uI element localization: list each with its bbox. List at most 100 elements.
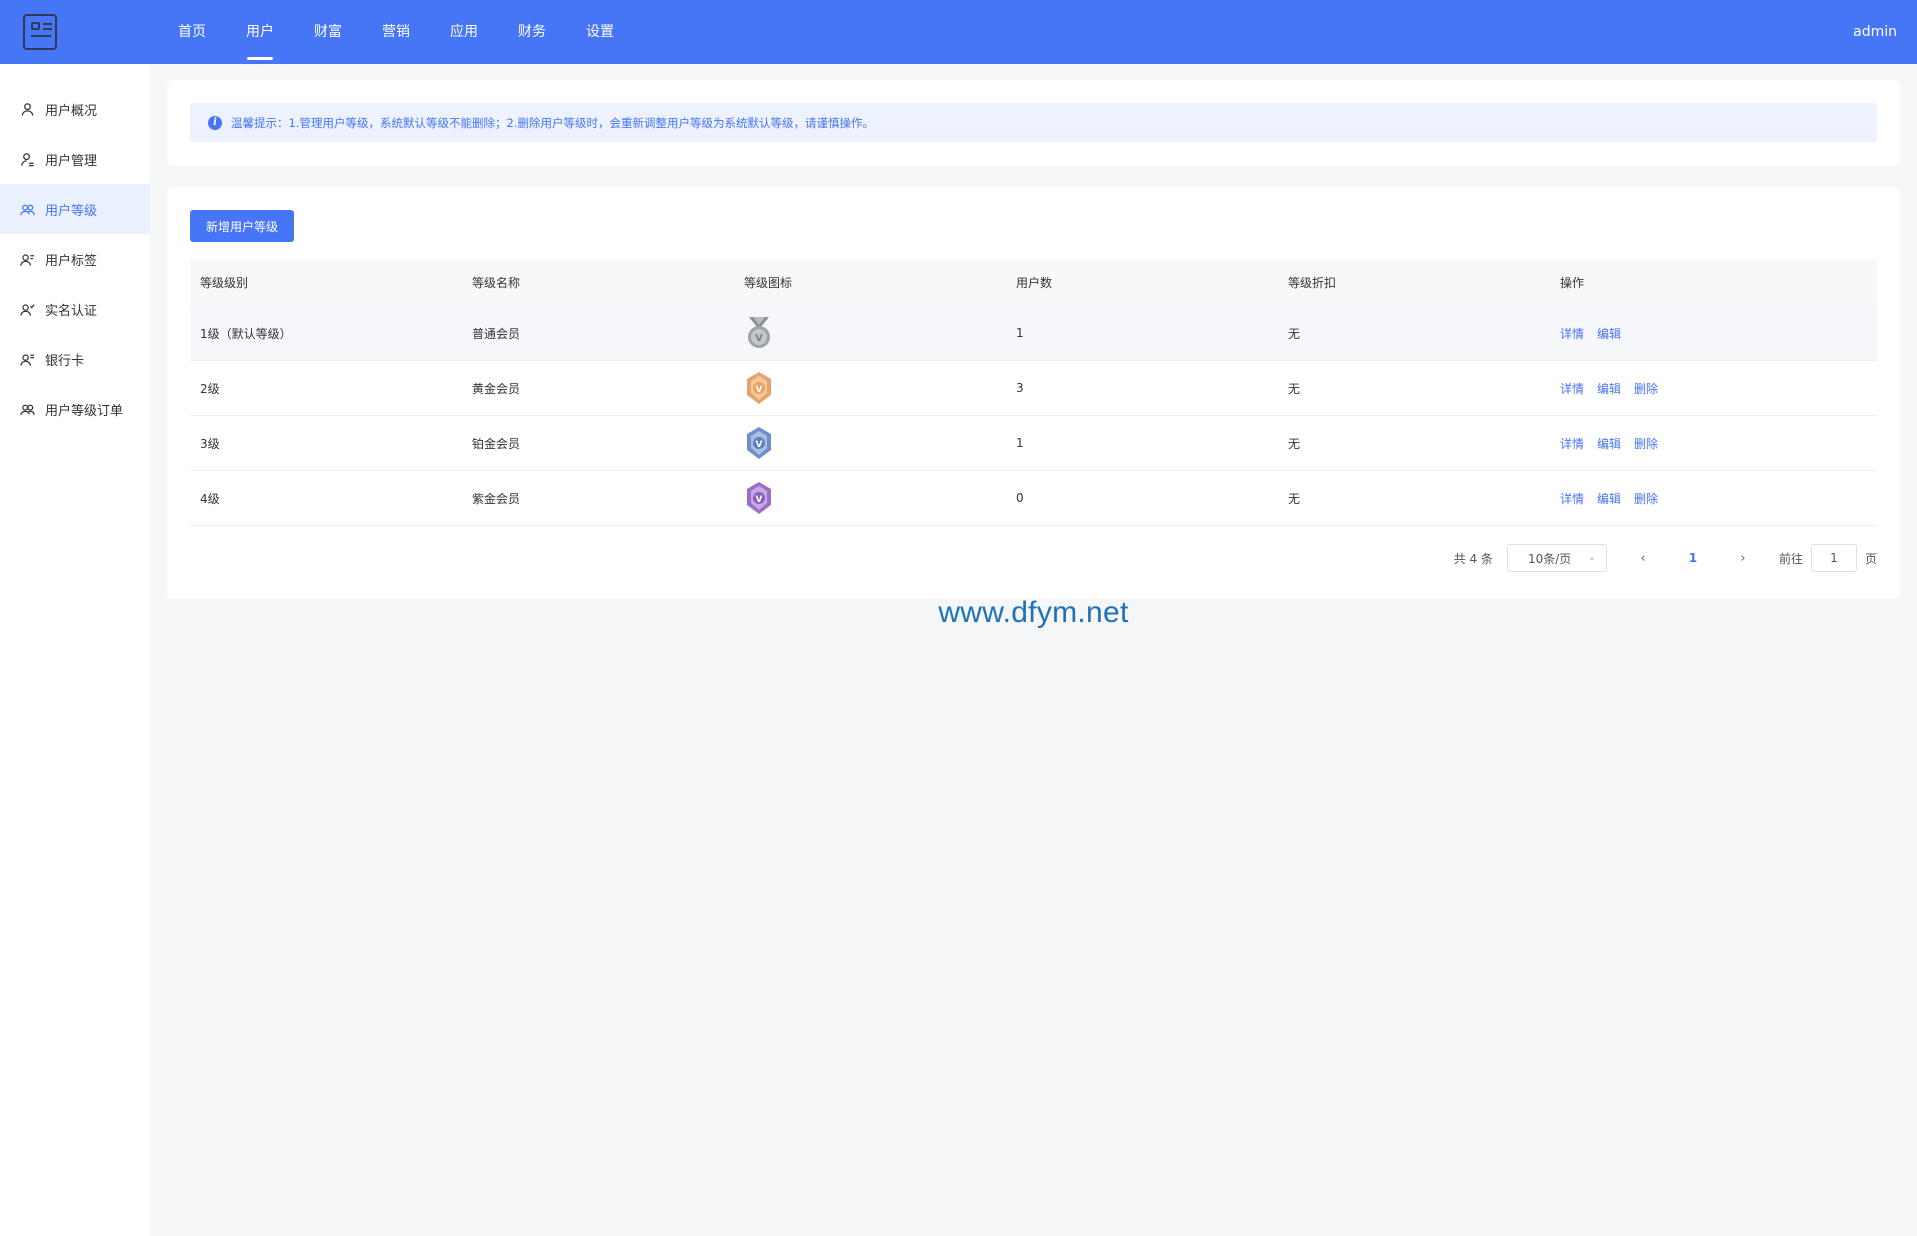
actions-cell: 详情 编辑 删除 — [1550, 380, 1850, 397]
page-size-select[interactable]: 10条/页 ⌄ — [1506, 544, 1607, 572]
svg-text:V: V — [756, 495, 763, 505]
column-header: 等级级别 — [200, 275, 249, 290]
next-page-button[interactable]: › — [1729, 551, 1757, 566]
svg-text:V: V — [756, 385, 763, 395]
svg-text:V: V — [755, 333, 763, 344]
users-count-cell: 0 — [1016, 491, 1024, 505]
sidebar-item-label: 用户标签 — [45, 253, 98, 269]
chevron-down-icon: ⌄ — [1587, 552, 1596, 563]
notice-text: 温馨提示：1.管理用户等级，系统默认等级不能删除；2.删除用户等级时，会重新调整… — [231, 115, 874, 130]
table-row: 3级 铂金会员 V 1 无 详情 编辑 删除 — [190, 416, 1877, 471]
sidebar-item-user-manage[interactable]: 用户管理 — [0, 134, 150, 184]
info-icon: i — [208, 115, 222, 130]
detail-link[interactable]: 详情 — [1560, 437, 1584, 451]
delete-link[interactable]: 删除 — [1634, 382, 1658, 396]
page-size-value: 10条/页 — [1527, 551, 1572, 566]
sidebar-item-user-level[interactable]: 用户等级 — [0, 184, 150, 234]
discount-cell: 无 — [1288, 326, 1301, 341]
bronze-medal-icon: V — [747, 372, 771, 404]
user-card-icon — [20, 353, 35, 366]
edit-link[interactable]: 编辑 — [1597, 492, 1621, 506]
discount-cell: 无 — [1288, 381, 1301, 396]
detail-link[interactable]: 详情 — [1560, 382, 1584, 396]
actions-cell: 详情 编辑 — [1550, 325, 1850, 342]
svg-text:V: V — [756, 440, 763, 450]
edit-link[interactable]: 编辑 — [1597, 382, 1621, 396]
name-cell: 紫金会员 — [472, 491, 521, 506]
discount-cell: 无 — [1288, 436, 1301, 451]
current-user[interactable]: admin — [1853, 0, 1897, 64]
icon-cell: V — [734, 426, 1006, 460]
sidebar-item-label: 实名认证 — [45, 303, 98, 319]
sidebar-item-overview[interactable]: 用户概况 — [0, 84, 150, 134]
sidebar-item-level-orders[interactable]: 用户等级订单 — [0, 384, 150, 434]
logo-icon[interactable] — [23, 14, 57, 50]
user-icon — [21, 102, 34, 116]
sidebar-item-label: 用户概况 — [45, 103, 98, 119]
pagination: 共 4 条 10条/页 ⌄ ‹ 1 › 前往 页 — [1454, 544, 1877, 572]
column-header: 等级图标 — [744, 275, 793, 290]
sidebar-item-user-tag[interactable]: 用户标签 — [0, 234, 150, 284]
actions-cell: 详情 编辑 删除 — [1550, 435, 1850, 452]
discount-cell: 无 — [1288, 491, 1301, 506]
sidebar-item-verify[interactable]: 实名认证 — [0, 284, 150, 334]
users-count-cell: 1 — [1016, 436, 1024, 450]
add-user-level-button[interactable]: 新增用户等级 — [190, 210, 294, 242]
level-cell: 2级 — [200, 381, 220, 396]
table-row: 1级（默认等级） 普通会员 V 1 无 详情 编辑 — [190, 306, 1877, 361]
edit-link[interactable]: 编辑 — [1597, 437, 1621, 451]
page-number-current[interactable]: 1 — [1679, 551, 1707, 565]
sidebar-item-label: 用户等级订单 — [45, 403, 124, 419]
notice-alert: i 温馨提示：1.管理用户等级，系统默认等级不能删除；2.删除用户等级时，会重新… — [190, 103, 1877, 142]
column-header: 用户数 — [1016, 275, 1053, 290]
table-row: 2级 黄金会员 V 3 无 详情 编辑 删除 — [190, 361, 1877, 416]
user-verify-icon — [20, 303, 35, 316]
nav-item-apps[interactable]: 应用 — [430, 0, 498, 64]
sidebar-item-bank-card[interactable]: 银行卡 — [0, 334, 150, 384]
delete-link[interactable]: 删除 — [1634, 437, 1658, 451]
icon-cell: V — [734, 316, 1006, 350]
nav-item-marketing[interactable]: 营销 — [362, 0, 430, 64]
nav-item-user[interactable]: 用户 — [226, 0, 294, 64]
level-cell: 4级 — [200, 491, 220, 506]
silver-medal-icon: V — [748, 317, 770, 348]
notice-card: i 温馨提示：1.管理用户等级，系统默认等级不能删除；2.删除用户等级时，会重新… — [167, 80, 1900, 166]
goto-page-input[interactable] — [1810, 544, 1857, 572]
nav-item-settings[interactable]: 设置 — [566, 0, 634, 64]
page-unit-label: 页 — [1864, 551, 1877, 566]
sidebar-item-label: 用户等级 — [45, 203, 98, 219]
name-cell: 黄金会员 — [472, 381, 521, 396]
pagination-total: 共 4 条 — [1453, 551, 1493, 566]
column-header: 等级名称 — [472, 275, 521, 290]
sidebar-item-label: 银行卡 — [45, 353, 85, 369]
purple-medal-icon: V — [747, 482, 771, 514]
level-cell: 3级 — [200, 436, 220, 451]
level-list-card: 新增用户等级 等级级别 等级名称 等级图标 用户数 等级折扣 操作 1级（默认等… — [167, 187, 1900, 599]
detail-link[interactable]: 详情 — [1560, 492, 1584, 506]
column-header: 操作 — [1560, 275, 1585, 290]
user-tag-icon — [20, 253, 35, 266]
users-count-cell: 1 — [1016, 326, 1024, 340]
nav-item-finance[interactable]: 财务 — [498, 0, 566, 64]
user-manage-icon — [21, 152, 34, 166]
prev-page-button[interactable]: ‹ — [1629, 551, 1657, 566]
blue-medal-icon: V — [747, 427, 771, 459]
actions-cell: 详情 编辑 删除 — [1550, 490, 1850, 507]
name-cell: 铂金会员 — [472, 436, 521, 451]
nav-item-home[interactable]: 首页 — [158, 0, 226, 64]
table-row: 4级 紫金会员 V 0 无 详情 编辑 删除 — [190, 471, 1877, 526]
name-cell: 普通会员 — [472, 326, 521, 341]
column-header: 等级折扣 — [1288, 275, 1337, 290]
users-icon — [20, 204, 35, 215]
icon-cell: V — [734, 371, 1006, 405]
delete-link[interactable]: 删除 — [1634, 492, 1658, 506]
goto-label: 前往 — [1778, 551, 1803, 566]
icon-cell: V — [734, 481, 1006, 515]
edit-link[interactable]: 编辑 — [1597, 327, 1621, 341]
sidebar: 用户概况 用户管理 用户等级 用户标签 实名认证 银行卡 用户等级订单 — [0, 64, 150, 1236]
detail-link[interactable]: 详情 — [1560, 327, 1584, 341]
main-nav: 首页 用户 财富 营销 应用 财务 设置 — [158, 0, 634, 64]
top-navbar: 首页 用户 财富 营销 应用 财务 设置 admin — [0, 0, 1917, 64]
level-table: 等级级别 等级名称 等级图标 用户数 等级折扣 操作 1级（默认等级） 普通会员… — [190, 259, 1877, 526]
nav-item-wealth[interactable]: 财富 — [294, 0, 362, 64]
